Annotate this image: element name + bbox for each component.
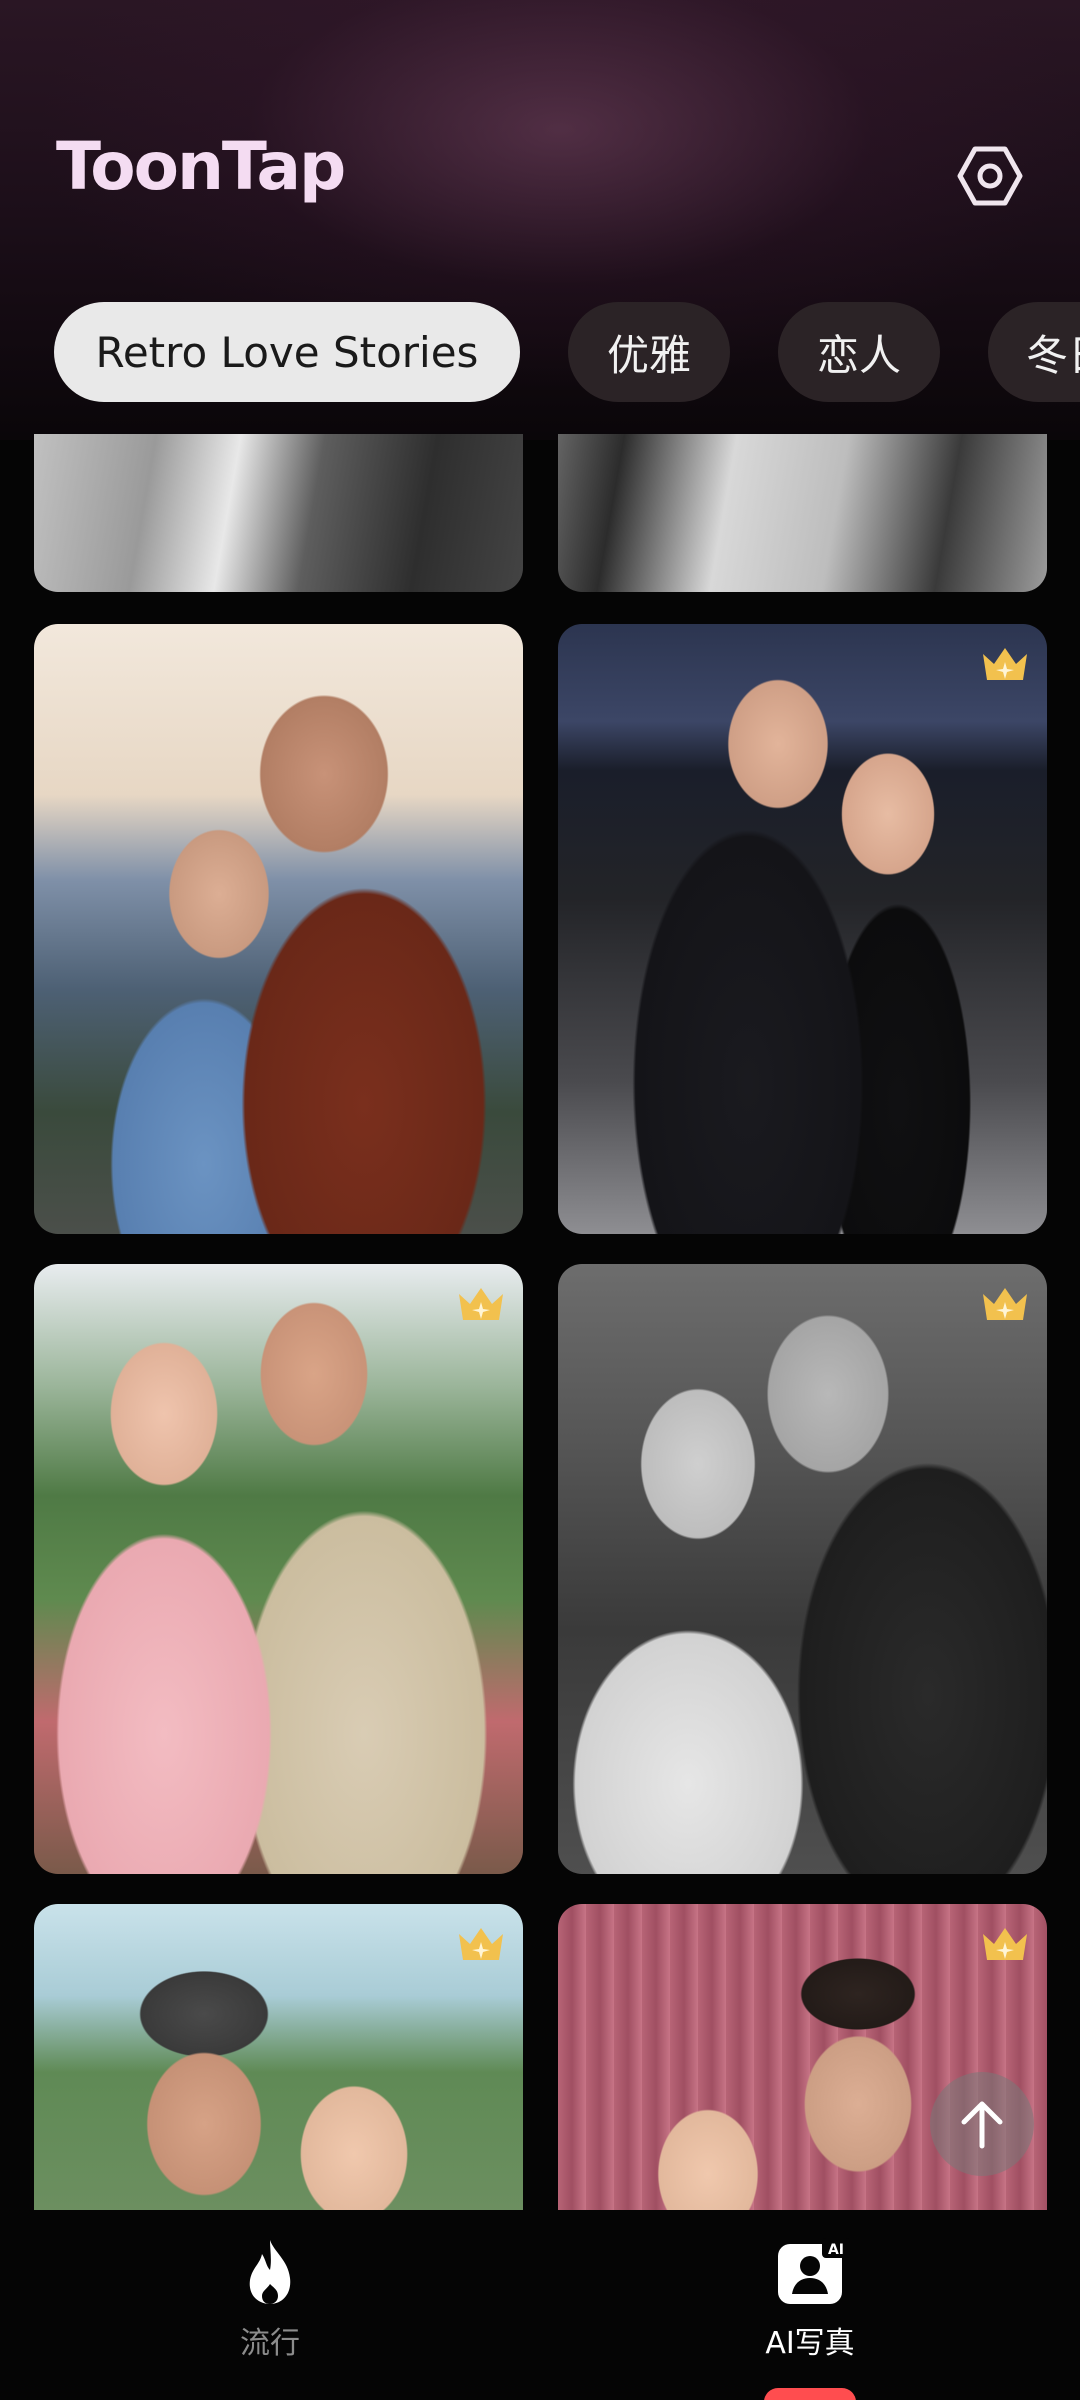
tab-elegant[interactable]: 优雅 [568,302,730,402]
bottom-navigation: 流行 AI AI写真 [0,2210,1080,2400]
nav-label-trending: 流行 [240,2326,300,2361]
settings-button[interactable] [950,140,1030,212]
app-logo: ToonTap [56,128,346,205]
crown-icon [459,1928,503,1960]
category-tabs: Retro Love Stories 优雅 恋人 冬日 [0,302,1080,402]
photo-image [34,624,523,1234]
crown-icon [983,1928,1027,1960]
crown-icon [983,648,1027,680]
crown-icon [459,1288,503,1320]
tab-retro-love-stories[interactable]: Retro Love Stories [54,302,520,402]
app-screen: ToonTap Retro Love Stories 优雅 恋人 冬日 [0,0,1080,2400]
photo-card[interactable] [558,434,1047,592]
photo-card[interactable] [34,624,523,1234]
scroll-to-top-button[interactable] [930,2072,1034,2176]
tab-lovers[interactable]: 恋人 [778,302,940,402]
settings-hexagon-icon [957,146,1023,206]
flame-icon [249,2240,291,2304]
active-tab-indicator [764,2388,856,2400]
photo-grid [0,434,1080,2210]
photo-card[interactable] [34,1264,523,1874]
nav-label-ai-portrait: AI写真 [765,2326,855,2361]
photo-image [558,434,1047,592]
photo-card[interactable] [34,1904,523,2210]
photo-card[interactable] [558,624,1047,1234]
crown-icon [983,1288,1027,1320]
photo-image [34,1264,523,1874]
photo-image [558,1264,1047,1874]
photo-image [34,434,523,592]
photo-card[interactable] [34,434,523,592]
photo-card[interactable] [558,1264,1047,1874]
ai-portrait-icon: AI [778,2238,850,2304]
tab-winter[interactable]: 冬日 [988,302,1080,402]
arrow-up-icon [961,2101,1003,2149]
photo-image [558,624,1047,1234]
nav-item-ai-portrait[interactable]: AI AI写真 [710,2238,910,2362]
photo-image [34,1904,523,2210]
ai-badge: AI [828,2242,844,2258]
nav-item-trending[interactable]: 流行 [170,2238,370,2362]
